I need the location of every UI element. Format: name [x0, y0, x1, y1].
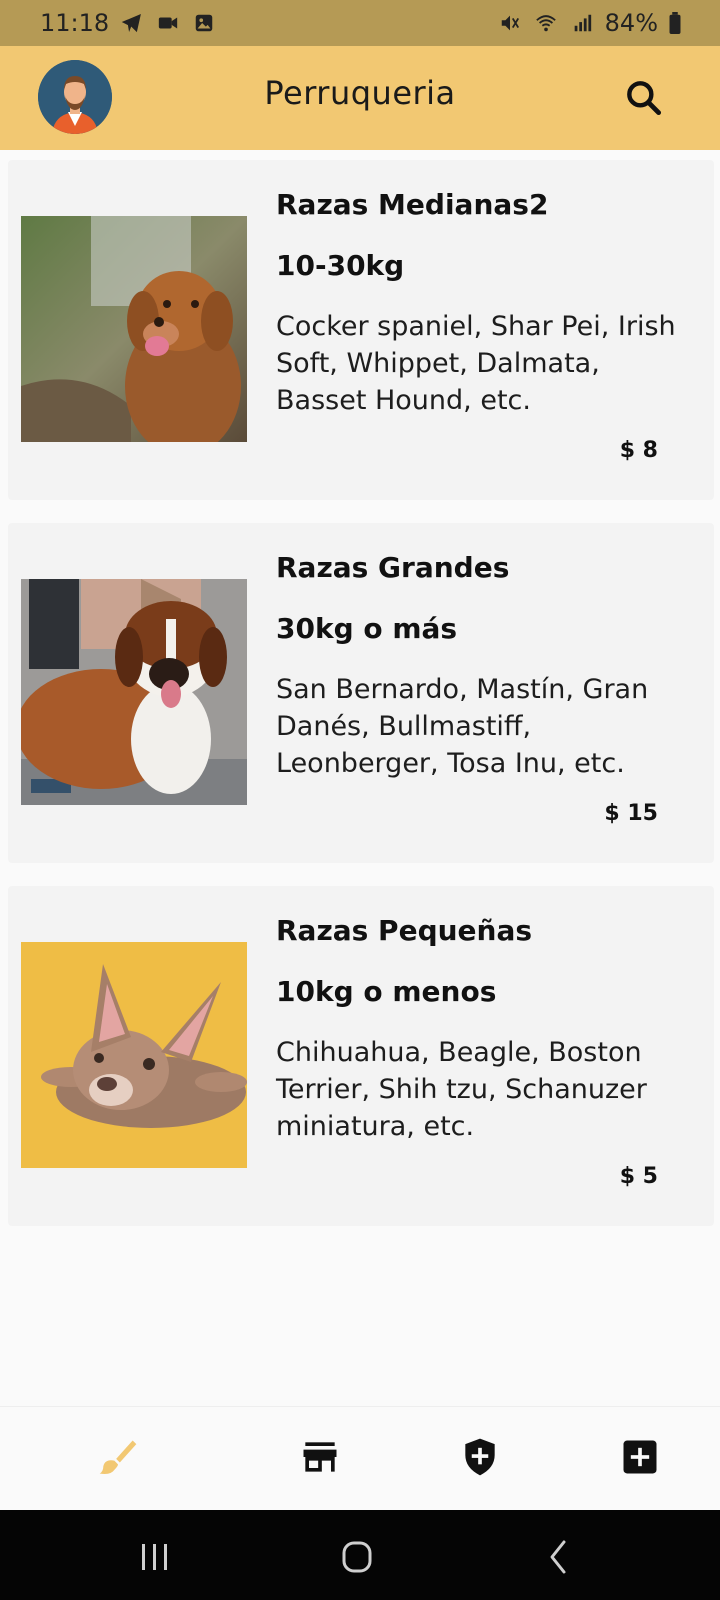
battery-icon: [669, 12, 681, 34]
nav-add[interactable]: [618, 1435, 662, 1479]
card-title: Razas Pequeñas: [276, 914, 533, 947]
video-icon: [159, 17, 178, 29]
card-description: Cocker spaniel, Shar Pei, Irish Soft, Wh…: [276, 311, 676, 416]
card-description: Chihuahua, Beagle, Boston Terrier, Shih …: [276, 1037, 647, 1142]
card-price: $ 5: [619, 1164, 658, 1189]
status-right: 84%: [497, 9, 682, 37]
saint-bernard-photo: [21, 579, 247, 805]
status-bar: 11:18 84%: [0, 0, 720, 46]
card-title: Razas Medianas2: [276, 188, 549, 221]
french-bulldog-photo: [21, 942, 247, 1168]
search-button[interactable]: [622, 76, 666, 120]
page-title: Perruqueria: [264, 74, 456, 112]
card-description: San Bernardo, Mastín, Gran Danés, Bullma…: [276, 674, 649, 779]
nav-store[interactable]: [298, 1435, 342, 1479]
battery-percent: 84%: [604, 9, 658, 37]
recents-button[interactable]: [130, 1532, 180, 1582]
telegram-icon: [121, 13, 142, 33]
nav-brush[interactable]: [96, 1435, 140, 1479]
home-button[interactable]: [332, 1532, 382, 1582]
store-icon: [303, 1442, 337, 1472]
status-time: 11:18: [40, 9, 110, 37]
app-bar: Perruqueria: [0, 46, 720, 150]
card-title: Razas Grandes: [276, 551, 510, 584]
brush-icon: [99, 1440, 137, 1474]
mute-icon: [501, 15, 519, 31]
home-icon: [342, 1541, 372, 1573]
wifi-icon: [535, 15, 556, 32]
nav-health[interactable]: [458, 1435, 502, 1479]
service-card[interactable]: Razas Pequeñas 10kg o menos Chihuahua, B…: [8, 886, 714, 1226]
shield-plus-icon: [465, 1438, 495, 1476]
search-icon: [627, 81, 662, 116]
service-card[interactable]: Razas Medianas2 10-30kg Cocker spaniel, …: [8, 160, 714, 500]
gallery-icon: [195, 14, 213, 32]
add-box-icon: [623, 1440, 657, 1474]
back-button[interactable]: [534, 1532, 584, 1582]
card-weight: 10-30kg: [276, 249, 405, 282]
back-icon: [550, 1540, 566, 1574]
card-price: $ 15: [604, 801, 658, 826]
service-card[interactable]: Razas Grandes 30kg o más San Bernardo, M…: [8, 523, 714, 863]
card-price: $ 8: [619, 438, 658, 463]
status-left: 11:18: [40, 9, 217, 37]
bottom-navigation: [0, 1406, 720, 1511]
system-navigation: [0, 1510, 720, 1600]
brown-dog-photo: [21, 216, 247, 442]
signal-icon: [574, 14, 591, 32]
card-weight: 10kg o menos: [276, 975, 497, 1008]
card-weight: 30kg o más: [276, 612, 458, 645]
recents-icon: [142, 1544, 167, 1570]
